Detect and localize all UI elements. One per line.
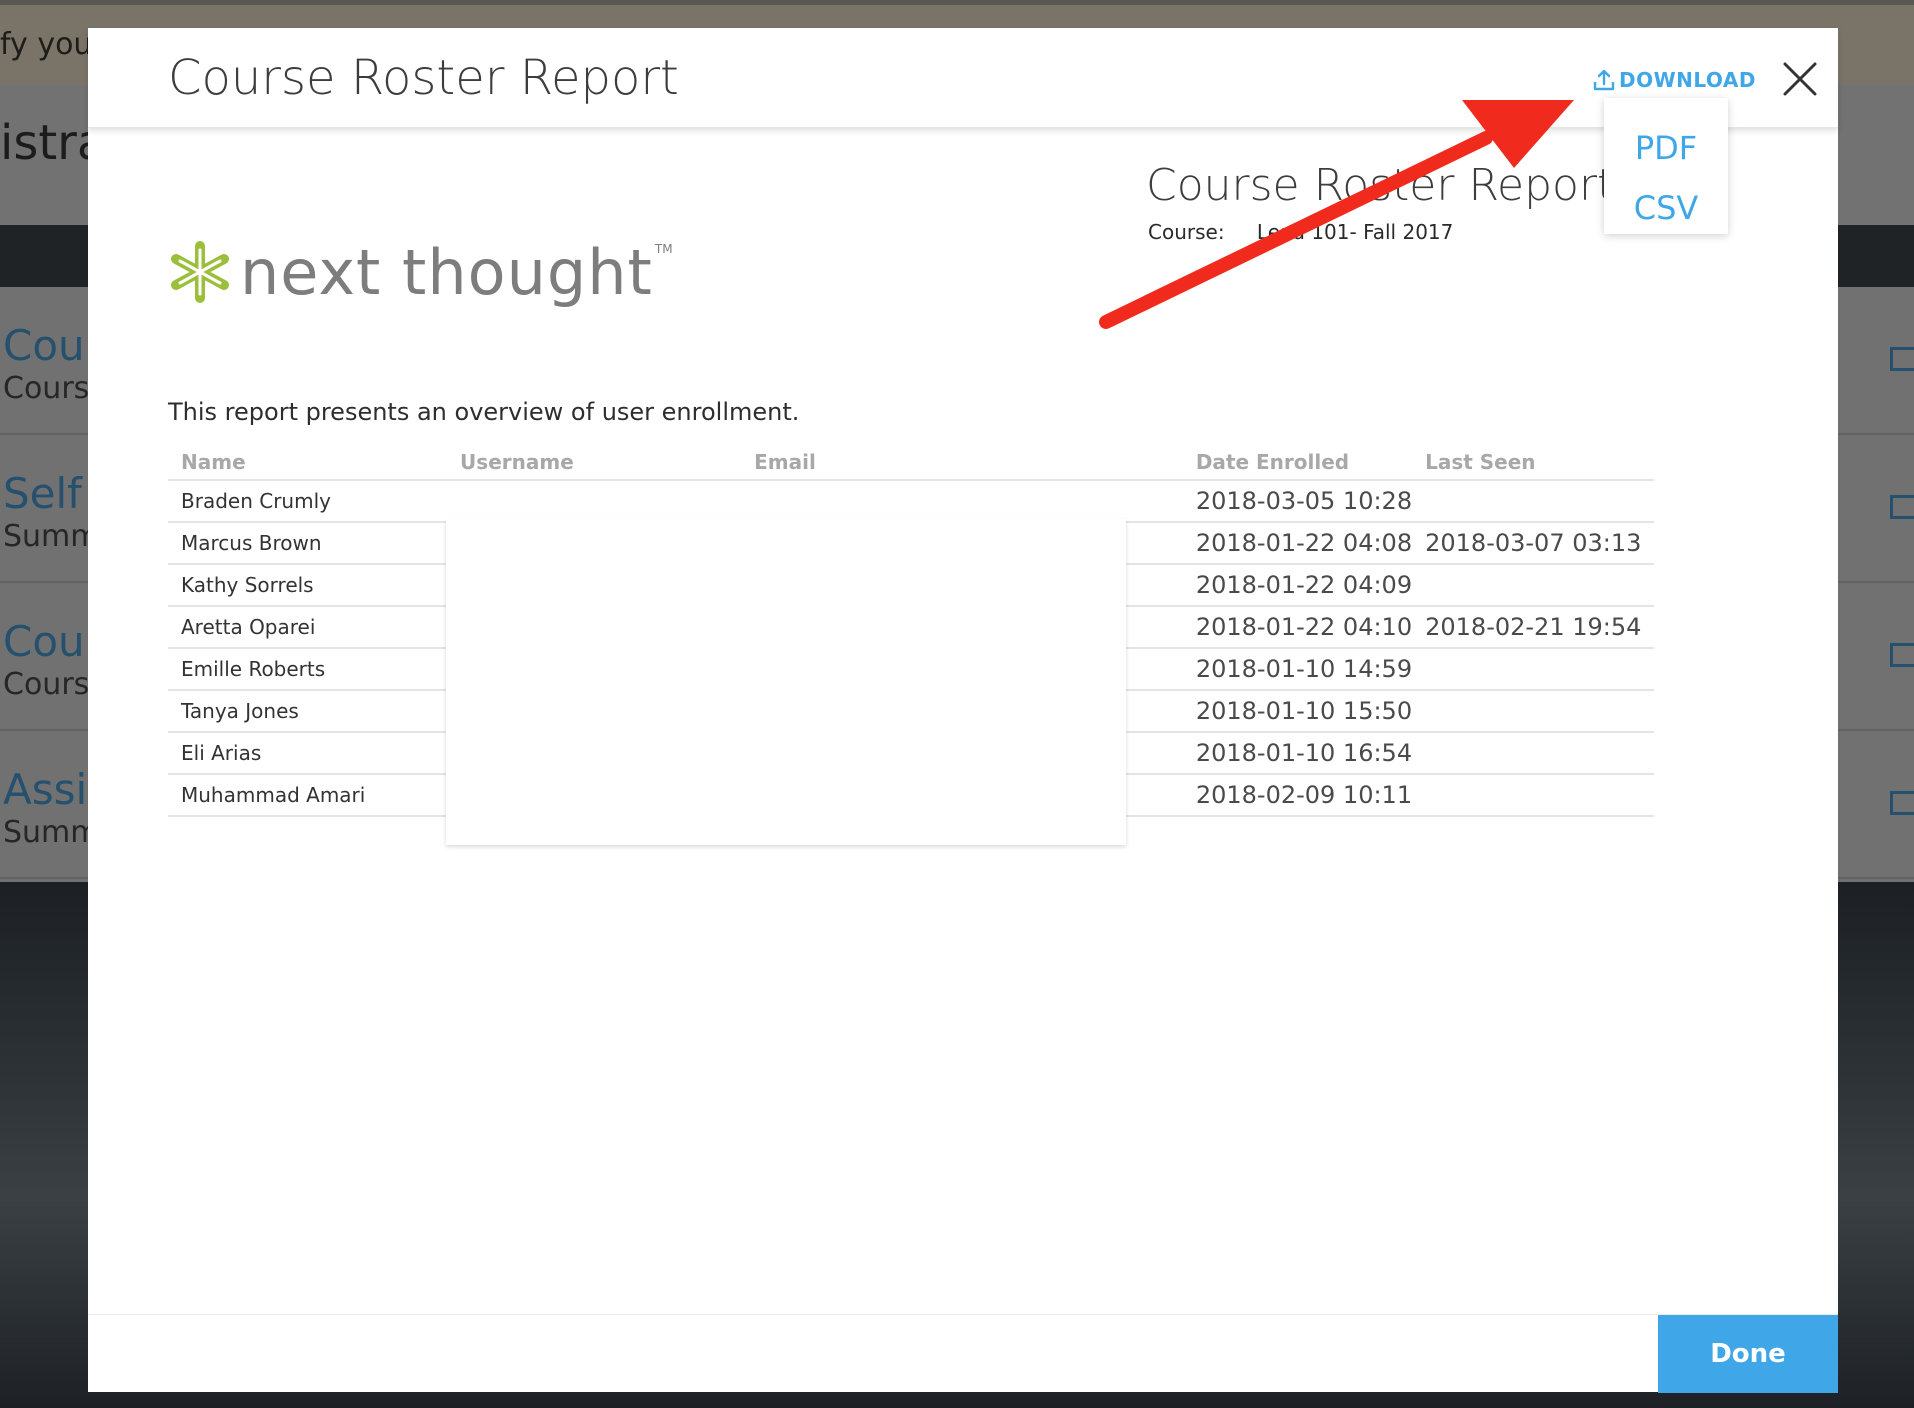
cell-name: Kathy Sorrels [168, 564, 448, 607]
cell-name: Eli Arias [168, 732, 448, 775]
background-item-subtitle: Summ [3, 815, 100, 850]
course-label: Course: [1148, 220, 1225, 244]
cell-name: Muhammad Amari [168, 774, 448, 817]
logo-trademark: TM [654, 242, 673, 256]
cell-date-enrolled: 2018-01-10 15:50 [1182, 690, 1413, 733]
report-title: Course Roster Report [1146, 160, 1615, 211]
cell-last-seen [1412, 480, 1654, 523]
cell-name: Aretta Oparei [168, 606, 448, 649]
cell-name: Tanya Jones [168, 690, 448, 733]
cell-date-enrolled: 2018-03-05 10:28 [1182, 480, 1413, 523]
column-header-name: Name [168, 444, 448, 481]
open-external-icon[interactable] [1890, 347, 1914, 371]
report-intro: This report presents an overview of user… [168, 398, 800, 426]
cell-last-seen [1412, 564, 1654, 607]
roster-header-row: Name Username Email Date Enrolled Last S… [168, 444, 1654, 481]
download-csv-option[interactable]: CSV [1604, 178, 1728, 238]
cell-date-enrolled: 2018-01-22 04:10 [1182, 606, 1413, 649]
download-button[interactable]: DOWNLOAD [1592, 66, 1756, 94]
download-pdf-option[interactable]: PDF [1604, 118, 1728, 178]
done-button[interactable]: Done [1658, 1315, 1838, 1393]
redaction-box [446, 519, 1126, 845]
open-external-icon[interactable] [1890, 791, 1914, 815]
cell-name: Braden Crumly [168, 480, 448, 523]
cell-last-seen: 2018-02-21 19:54 [1412, 606, 1654, 649]
logo-wordmark: next thought [240, 235, 653, 309]
open-external-icon[interactable] [1890, 643, 1914, 667]
download-dropdown: PDF CSV [1604, 98, 1728, 234]
cell-last-seen [1412, 732, 1654, 775]
open-external-icon[interactable] [1890, 495, 1914, 519]
download-label: DOWNLOAD [1619, 68, 1756, 92]
cell-last-seen [1412, 774, 1654, 817]
column-header-username: Username [447, 444, 742, 481]
cell-last-seen [1412, 648, 1654, 691]
cell-username [447, 480, 742, 523]
cell-last-seen: 2018-03-07 03:13 [1412, 522, 1654, 565]
column-header-date-enrolled: Date Enrolled [1182, 444, 1413, 481]
column-header-last-seen: Last Seen [1412, 444, 1654, 481]
close-icon[interactable] [1781, 60, 1819, 98]
modal-footer: Done [88, 1314, 1838, 1393]
column-header-email: Email [741, 444, 1183, 481]
asterisk-logo-icon [171, 241, 229, 303]
table-row: Braden Crumly 2018-03-05 10:28 [168, 480, 1654, 523]
background-item-subtitle: Summ [3, 519, 100, 554]
course-value: Lead 101- Fall 2017 [1256, 220, 1454, 244]
cell-name: Emille Roberts [168, 648, 448, 691]
cell-date-enrolled: 2018-01-22 04:09 [1182, 564, 1413, 607]
cell-email [741, 480, 1183, 523]
nextthought-logo: next thought TM [168, 232, 673, 312]
report-modal: Course Roster Report DOWNLOAD PDF CSV Co… [88, 28, 1838, 1393]
cell-name: Marcus Brown [168, 522, 448, 565]
modal-title: Course Roster Report [168, 50, 679, 106]
cell-date-enrolled: 2018-02-09 10:11 [1182, 774, 1413, 817]
report-preview: Course Roster Report Course: Lead 101- F… [96, 128, 1830, 1314]
cell-date-enrolled: 2018-01-10 16:54 [1182, 732, 1413, 775]
modal-header: Course Roster Report DOWNLOAD [88, 28, 1838, 128]
cell-date-enrolled: 2018-01-22 04:08 [1182, 522, 1413, 565]
cell-last-seen [1412, 690, 1654, 733]
report-course-line: Course: Lead 101- Fall 2017 [1148, 220, 1453, 244]
cell-date-enrolled: 2018-01-10 14:59 [1182, 648, 1413, 691]
upload-icon [1593, 69, 1615, 91]
